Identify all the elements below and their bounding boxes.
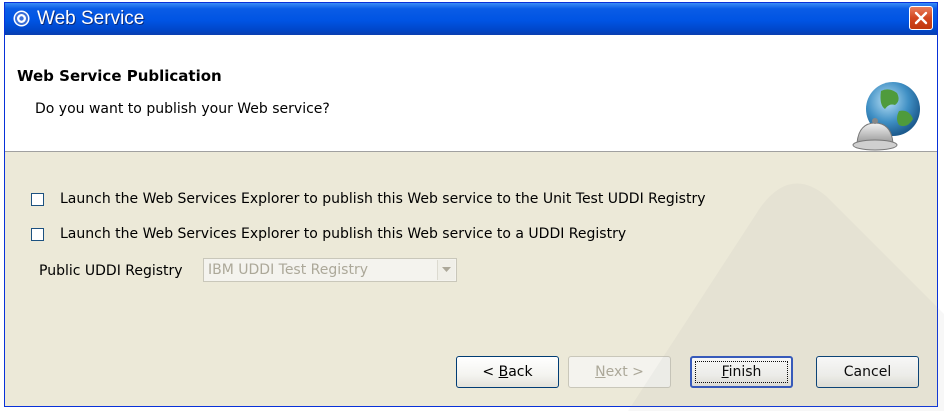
window-title: Web Service — [37, 8, 145, 29]
title-bar[interactable]: Web Service — [5, 3, 937, 35]
page-title: Web Service Publication — [17, 67, 222, 85]
page-description: Do you want to publish your Web service? — [35, 101, 330, 117]
finish-button[interactable]: Finish — [690, 356, 793, 388]
close-icon — [914, 11, 928, 25]
close-button[interactable] — [909, 6, 933, 30]
globe-bell-icon — [852, 82, 920, 151]
wizard-header: Web Service Publication Do you want to p… — [5, 35, 937, 152]
uddi-registry-label: Launch the Web Services Explorer to publ… — [60, 226, 627, 242]
chevron-down-icon — [442, 267, 451, 272]
next-button[interactable]: Next > — [568, 356, 671, 388]
dropdown-arrow-button[interactable] — [437, 260, 455, 280]
public-uddi-registry-select[interactable]: IBM UDDI Test Registry — [203, 258, 457, 282]
swirl-app-icon — [13, 10, 30, 27]
registry-select-value: IBM UDDI Test Registry — [208, 262, 368, 278]
option-uddi-registry[interactable]: Launch the Web Services Explorer to publ… — [31, 225, 626, 243]
back-button[interactable]: < Back — [456, 356, 559, 388]
cancel-button[interactable]: Cancel — [816, 356, 919, 388]
public-uddi-registry-label: Public UDDI Registry — [39, 263, 183, 279]
uddi-registry-checkbox[interactable] — [31, 227, 44, 241]
wizard-content: Launch the Web Services Explorer to publ… — [5, 153, 937, 406]
option-unit-test-registry[interactable]: Launch the Web Services Explorer to publ… — [31, 190, 705, 208]
unit-test-registry-label: Launch the Web Services Explorer to publ… — [60, 191, 706, 207]
unit-test-registry-checkbox[interactable] — [31, 192, 44, 206]
web-service-dialog: Web Service Web Service Publication Do y… — [4, 2, 938, 407]
focus-ring — [695, 361, 788, 383]
